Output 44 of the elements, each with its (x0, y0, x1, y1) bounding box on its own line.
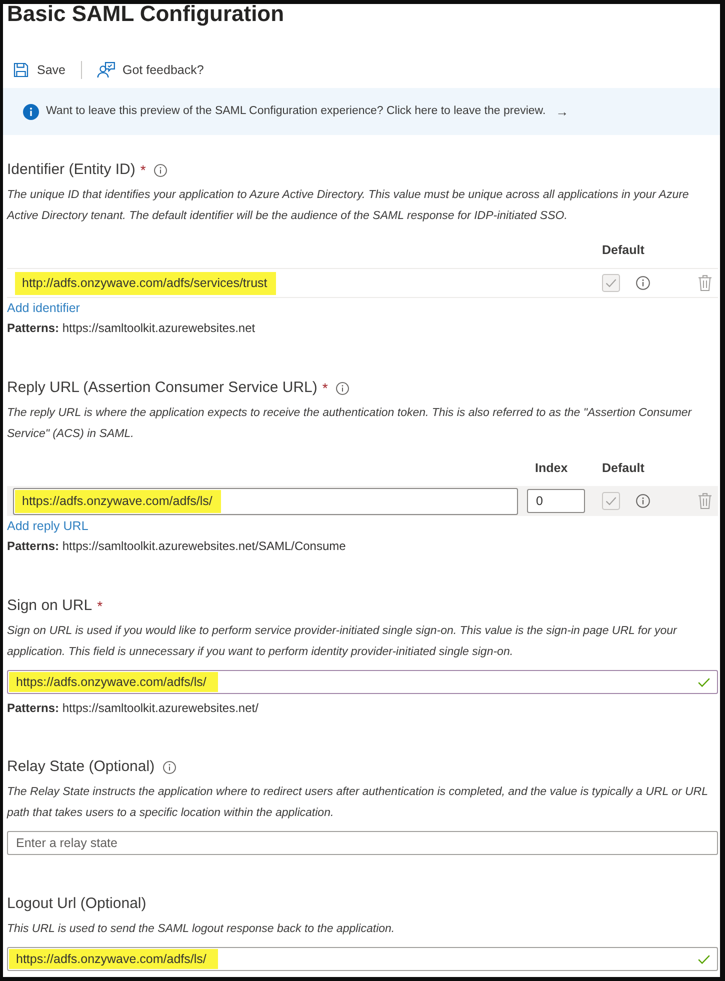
required-mark: * (140, 161, 146, 180)
delete-icon[interactable] (698, 493, 712, 509)
info-icon (636, 276, 650, 290)
column-header: Default (602, 242, 646, 259)
required-mark: * (322, 379, 328, 398)
highlighted-text: https://adfs.onzywave.com/adfs/ls/ (15, 490, 222, 512)
save-icon (13, 62, 29, 78)
column-header: Index (534, 460, 569, 477)
page-title: Basic SAML Configuration (7, 4, 286, 24)
highlighted-text: https://adfs.onzywave.com/adfs/ls/ (9, 672, 218, 692)
field-description: The reply URL is where the application expects to receive the authentication token. This is also referred to as the "Assertion Consumer Service" (ACS) in SAML. (7, 406, 693, 442)
highlighted-text: https://adfs.onzywave.com/adfs/ls/ (9, 949, 218, 969)
banner-text: Want to leave this preview of the SAML Configuration experience? Click here to leave the preview. (46, 104, 546, 119)
field-label: Identifier (Entity ID) (7, 160, 136, 180)
field-description: This URL is used to send the SAML logout response back to the application. (7, 922, 396, 937)
info-icon (636, 494, 650, 508)
index-field[interactable]: 0 (527, 489, 585, 513)
patterns-text: Patterns: https://samltoolkit.azurewebsites.net/ (7, 700, 260, 717)
add-row-link[interactable]: Add identifier (7, 298, 80, 318)
field-description: The unique ID that identifies your application to Azure Active Directory. This value must be unique across all applications in your Azure Active Directory tenant. The default identifier will be the audience of the SAML response for IDP-initiated SSO. (7, 188, 690, 224)
url-field[interactable]: http://adfs.onzywave.com/adfs/services/trust (13, 270, 585, 296)
patterns-text: Patterns: https://samltoolkit.azurewebsites.net (7, 320, 256, 337)
highlighted-text: http://adfs.onzywave.com/adfs/services/trust (15, 272, 276, 294)
url-field[interactable]: https://adfs.onzywave.com/adfs/ls/ (13, 488, 518, 514)
required-mark: * (97, 597, 103, 616)
feedback-button[interactable]: Got feedback? (90, 59, 210, 81)
field-label: Relay State (Optional) (7, 757, 155, 777)
field-label: Sign on URL (7, 596, 92, 616)
add-row-link[interactable]: Add reply URL (7, 516, 88, 536)
field-label: Logout Url (Optional) (7, 894, 146, 914)
feedback-icon (96, 62, 114, 78)
url-field[interactable]: https://adfs.onzywave.com/adfs/ls/ (7, 947, 718, 971)
field-description: The Relay State instructs the application where to redirect users after authentication is completed, and the value is typically a URL or URL path that takes users to a specific location within the application. (7, 785, 709, 821)
delete-icon[interactable] (698, 275, 712, 291)
field-description: Sign on URL is used if you would like to perform service provider-initiated single sign-on. This value is the sign-in page URL for your application. This field is unnecessary if you want to perform identity provider-initiated single sign-on. (7, 624, 678, 660)
info-icon (23, 104, 39, 120)
text-field[interactable]: Enter a relay state (7, 831, 718, 855)
info-banner[interactable]: Want to leave this preview of the SAML Configuration experience? Click here to leave the preview. → (3, 88, 720, 135)
patterns-text: Patterns: https://samltoolkit.azurewebsites.net/SAML/Consume (7, 538, 347, 555)
column-header: Default (602, 460, 646, 477)
arrow-icon: → (556, 102, 569, 122)
save-button[interactable]: Save (7, 59, 72, 81)
url-field[interactable]: https://adfs.onzywave.com/adfs/ls/ (7, 670, 718, 694)
field-label: Reply URL (Assertion Consumer Service URL) (7, 378, 318, 398)
